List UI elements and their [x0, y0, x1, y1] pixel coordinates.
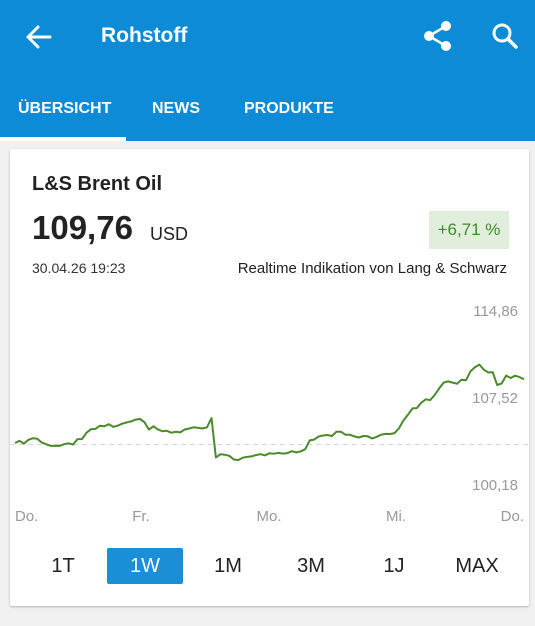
- x-tick-label: Fr.: [132, 508, 150, 525]
- page-title: Rohstoff: [101, 24, 188, 47]
- price-series-line: [14, 363, 525, 462]
- price-chart[interactable]: 114,86 107,52 100,18 Do. Fr. Mo. Mi. Do.: [10, 299, 529, 529]
- tab-products[interactable]: PRODUKTE: [244, 100, 334, 118]
- x-tick-label: Mo.: [256, 508, 281, 525]
- arrow-left-icon: [26, 25, 52, 49]
- price-timestamp: 30.04.26 19:23: [32, 260, 126, 276]
- active-tab-indicator: [0, 137, 126, 141]
- share-button[interactable]: [420, 18, 456, 54]
- y-tick-label: 100,18: [472, 477, 518, 494]
- back-button[interactable]: [20, 21, 58, 53]
- x-tick-label: Do.: [501, 508, 524, 525]
- tab-news[interactable]: NEWS: [152, 100, 200, 118]
- x-tick-label: Do.: [15, 508, 38, 525]
- y-tick-label: 107,52: [472, 390, 518, 407]
- range-button-1m[interactable]: 1M: [190, 548, 266, 584]
- range-button-1j[interactable]: 1J: [356, 548, 432, 584]
- range-button-1w[interactable]: 1W: [107, 548, 183, 584]
- y-tick-label: 114,86: [473, 303, 518, 320]
- search-button[interactable]: [487, 18, 523, 54]
- tab-overview[interactable]: ÜBERSICHT: [18, 100, 111, 118]
- change-badge: +6,71 %: [429, 211, 509, 249]
- x-tick-label: Mi.: [386, 508, 406, 525]
- realtime-source-label: Realtime Indikation von Lang & Schwarz: [237, 260, 507, 277]
- range-button-max[interactable]: MAX: [439, 548, 515, 584]
- instrument-card: L&S Brent Oil 109,76 USD +6,71 % 30.04.2…: [10, 149, 529, 606]
- range-button-1t[interactable]: 1T: [25, 548, 101, 584]
- app-bar: Rohstoff ÜBERSICHT NEWS PRODUKTE: [0, 0, 535, 141]
- search-icon: [492, 23, 518, 49]
- time-range-selector: 1T 1W 1M 3M 1J MAX: [10, 548, 529, 584]
- range-button-3m[interactable]: 3M: [273, 548, 349, 584]
- share-icon: [424, 21, 451, 51]
- price-currency: USD: [150, 224, 189, 244]
- instrument-name: L&S Brent Oil: [32, 173, 163, 195]
- price-value: 109,76: [32, 209, 133, 246]
